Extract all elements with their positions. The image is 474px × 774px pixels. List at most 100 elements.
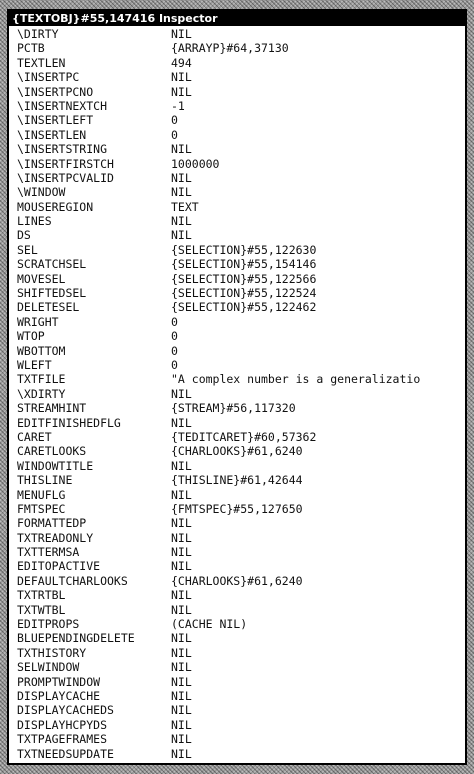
- property-row[interactable]: WLEFT 0: [9, 358, 465, 372]
- property-value[interactable]: 0: [171, 113, 178, 127]
- property-row[interactable]: CARETLOOKS {CHARLOOKS}#61,6240: [9, 444, 465, 458]
- property-value[interactable]: NIL: [171, 646, 192, 660]
- property-row[interactable]: LINES NIL: [9, 214, 465, 228]
- property-value[interactable]: NIL: [171, 185, 192, 199]
- property-value[interactable]: NIL: [171, 545, 192, 559]
- property-name[interactable]: TXTHISTORY: [17, 646, 86, 660]
- property-row[interactable]: SHIFTEDSEL {SELECTION}#55,122524: [9, 286, 465, 300]
- property-row[interactable]: SELWINDOW NIL: [9, 660, 465, 674]
- property-name[interactable]: DEFAULTCHARLOOKS: [17, 574, 128, 588]
- property-name[interactable]: TXTFILE: [17, 372, 65, 386]
- property-name[interactable]: \INSERTPCNO: [17, 85, 93, 99]
- property-value[interactable]: NIL: [171, 660, 192, 674]
- property-value[interactable]: 0: [171, 128, 178, 142]
- property-name[interactable]: \INSERTNEXTCH: [17, 99, 107, 113]
- property-row[interactable]: PROMPTWINDOW NIL: [9, 675, 465, 689]
- property-value[interactable]: {CHARLOOKS}#61,6240: [171, 574, 303, 588]
- property-name[interactable]: \INSERTLEN: [17, 128, 86, 142]
- property-name[interactable]: DISPLAYHCPYDS: [17, 718, 107, 732]
- property-row[interactable]: TXTRTBL NIL: [9, 588, 465, 602]
- property-value[interactable]: 0: [171, 315, 178, 329]
- property-row[interactable]: BLUEPENDINGDELETE NIL: [9, 631, 465, 645]
- property-row[interactable]: \INSERTNEXTCH -1: [9, 99, 465, 113]
- property-name[interactable]: \XDIRTY: [17, 387, 65, 401]
- property-value[interactable]: {SELECTION}#55,122462: [171, 300, 316, 314]
- property-row[interactable]: WINDOWTITLE NIL: [9, 459, 465, 473]
- property-row[interactable]: TXTREADONLY NIL: [9, 531, 465, 545]
- property-row[interactable]: TXTFILE "A complex number is a generaliza…: [9, 372, 465, 386]
- property-value[interactable]: NIL: [171, 631, 192, 645]
- property-value[interactable]: {STREAM}#56,117320: [171, 401, 296, 415]
- property-value[interactable]: 0: [171, 358, 178, 372]
- property-row[interactable]: \WINDOW NIL: [9, 185, 465, 199]
- property-value[interactable]: 0: [171, 329, 178, 343]
- property-row[interactable]: FMTSPEC {FMTSPEC}#55,127650: [9, 502, 465, 516]
- property-row[interactable]: DISPLAYHCPYDS NIL: [9, 718, 465, 732]
- property-value[interactable]: {ARRAYP}#64,37130: [171, 41, 289, 55]
- property-value[interactable]: NIL: [171, 603, 192, 617]
- property-row[interactable]: TXTPAGEFRAMES NIL: [9, 732, 465, 746]
- property-name[interactable]: TXTREADONLY: [17, 531, 93, 545]
- inspector-window[interactable]: {TEXTOBJ}#55,147416 Inspector \DIRTY NIL P…: [7, 9, 467, 765]
- property-row[interactable]: \INSERTPCVALID NIL: [9, 171, 465, 185]
- property-value[interactable]: {SELECTION}#55,154146: [171, 257, 316, 271]
- property-row[interactable]: DISPLAYCACHEDS NIL: [9, 703, 465, 717]
- property-value[interactable]: NIL: [171, 747, 192, 761]
- property-row[interactable]: STREAMHINT {STREAM}#56,117320: [9, 401, 465, 415]
- property-row[interactable]: TXTNEEDSUPDATE NIL: [9, 747, 465, 761]
- property-name[interactable]: WRIGHT: [17, 315, 59, 329]
- property-name[interactable]: STREAMHINT: [17, 401, 86, 415]
- property-row[interactable]: TXTWTBL NIL: [9, 603, 465, 617]
- property-name[interactable]: \DIRTY: [17, 27, 59, 41]
- property-row[interactable]: \INSERTPCNO NIL: [9, 85, 465, 99]
- property-name[interactable]: WINDOWTITLE: [17, 459, 93, 473]
- property-name[interactable]: LINES: [17, 214, 52, 228]
- property-value[interactable]: {THISLINE}#61,42644: [171, 473, 303, 487]
- property-row[interactable]: TXTTERMSA NIL: [9, 545, 465, 559]
- property-row[interactable]: DEFAULTCHARLOOKS {CHARLOOKS}#61,6240: [9, 574, 465, 588]
- property-value[interactable]: NIL: [171, 732, 192, 746]
- property-row[interactable]: \DIRTY NIL: [9, 27, 465, 41]
- property-value[interactable]: {TEDITCARET}#60,57362: [171, 430, 316, 444]
- property-row[interactable]: MENUFLG NIL: [9, 488, 465, 502]
- property-value[interactable]: NIL: [171, 171, 192, 185]
- property-name[interactable]: \INSERTPC: [17, 70, 79, 84]
- property-row[interactable]: \INSERTLEFT 0: [9, 113, 465, 127]
- property-value[interactable]: {SELECTION}#55,122524: [171, 286, 316, 300]
- property-name[interactable]: CARETLOOKS: [17, 444, 86, 458]
- property-name[interactable]: SHIFTEDSEL: [17, 286, 86, 300]
- property-row[interactable]: CARET {TEDITCARET}#60,57362: [9, 430, 465, 444]
- property-row[interactable]: MOUSEREGION TEXT: [9, 200, 465, 214]
- property-row[interactable]: WBOTTOM 0: [9, 344, 465, 358]
- property-name[interactable]: TXTPAGEFRAMES: [17, 732, 107, 746]
- property-value[interactable]: 494: [171, 56, 192, 70]
- property-value[interactable]: NIL: [171, 214, 192, 228]
- property-row[interactable]: TXTHISTORY NIL: [9, 646, 465, 660]
- property-value[interactable]: 1000000: [171, 157, 219, 171]
- property-row[interactable]: SEL {SELECTION}#55,122630: [9, 243, 465, 257]
- property-name[interactable]: TEXTLEN: [17, 56, 65, 70]
- property-value[interactable]: NIL: [171, 718, 192, 732]
- property-row[interactable]: DS NIL: [9, 228, 465, 242]
- property-name[interactable]: PCTB: [17, 41, 45, 55]
- property-row[interactable]: \INSERTSTRING NIL: [9, 142, 465, 156]
- property-row[interactable]: EDITPROPS (CACHE NIL): [9, 617, 465, 631]
- property-value[interactable]: NIL: [171, 703, 192, 717]
- property-value[interactable]: NIL: [171, 228, 192, 242]
- property-name[interactable]: MENUFLG: [17, 488, 65, 502]
- property-row[interactable]: THISLINE {THISLINE}#61,42644: [9, 473, 465, 487]
- property-row[interactable]: TEXTLEN 494: [9, 56, 465, 70]
- property-value[interactable]: NIL: [171, 559, 192, 573]
- property-value[interactable]: NIL: [171, 416, 192, 430]
- property-name[interactable]: DELETESEL: [17, 300, 79, 314]
- property-value[interactable]: NIL: [171, 142, 192, 156]
- property-name[interactable]: \INSERTSTRING: [17, 142, 107, 156]
- property-value[interactable]: NIL: [171, 488, 192, 502]
- property-name[interactable]: SEL: [17, 243, 38, 257]
- property-value[interactable]: "A complex number is a generalizatio: [171, 372, 420, 386]
- property-value[interactable]: NIL: [171, 588, 192, 602]
- property-value[interactable]: NIL: [171, 531, 192, 545]
- property-name[interactable]: DISPLAYCACHE: [17, 689, 100, 703]
- property-row[interactable]: \INSERTFIRSTCH 1000000: [9, 157, 465, 171]
- property-row[interactable]: WTOP 0: [9, 329, 465, 343]
